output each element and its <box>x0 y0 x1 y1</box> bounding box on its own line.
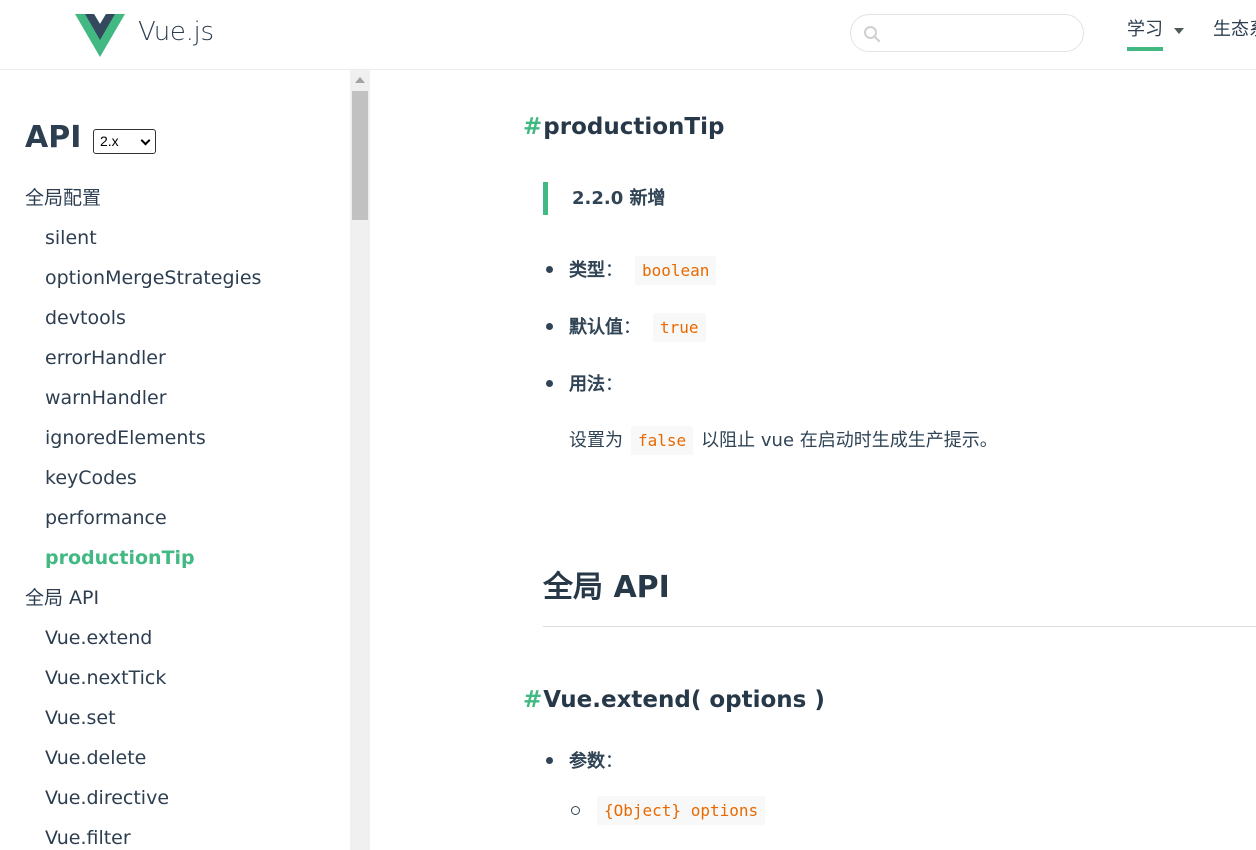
sidebar-item-productiontip[interactable]: productionTip <box>0 538 350 578</box>
version-tip: 2.2.0 新增 <box>543 182 666 215</box>
sidebar-item-vue-set[interactable]: Vue.set <box>0 698 350 738</box>
sub-list-item-param: {Object} options <box>571 796 766 825</box>
sidebar-item-silent[interactable]: silent <box>0 218 350 258</box>
sidebar-item-performance[interactable]: performance <box>0 498 350 538</box>
sidebar-item-global-api[interactable]: 全局 API <box>0 578 350 618</box>
sidebar-item-global-config[interactable]: 全局配置 <box>0 178 350 218</box>
sidebar-item-keycodes[interactable]: keyCodes <box>0 458 350 498</box>
sidebar-menu: 全局配置 silent optionMergeStrategies devtoo… <box>0 178 350 850</box>
sidebar-item-errorhandler[interactable]: errorHandler <box>0 338 350 378</box>
list-item-type: 类型： boolean <box>545 256 717 285</box>
sidebar-item-warnhandler[interactable]: warnHandler <box>0 378 350 418</box>
colon: ： <box>605 374 623 395</box>
type-value-code: boolean <box>635 256 717 285</box>
param-code: {Object} options <box>597 796 766 825</box>
top-header: Vue.js 学习 生态系统 <box>0 0 1256 70</box>
vue-logo-icon[interactable] <box>75 14 125 57</box>
colon: ： <box>605 751 623 772</box>
sidebar-item-vue-filter[interactable]: Vue.filter <box>0 818 350 850</box>
colon: ： <box>623 317 641 338</box>
usage-suffix: 以阻止 vue 在启动时生成生产提示。 <box>701 430 998 451</box>
sidebar-item-vue-nexttick[interactable]: Vue.nextTick <box>0 658 350 698</box>
section-heading-productiontip: #productionTip <box>523 114 724 140</box>
scrollbar-thumb[interactable] <box>352 91 368 220</box>
sidebar: API 2.x 全局配置 silent optionMergeStrategie… <box>0 70 350 850</box>
chevron-down-icon <box>140 135 151 146</box>
chevron-down-icon[interactable] <box>1174 28 1184 34</box>
sidebar-item-vue-delete[interactable]: Vue.delete <box>0 738 350 778</box>
list-item-usage: 用法： <box>546 370 623 396</box>
brand-name[interactable]: Vue.js <box>138 17 214 47</box>
anchor-link[interactable]: # <box>523 114 542 140</box>
heading-text: productionTip <box>543 114 725 140</box>
default-value-code: true <box>653 313 706 342</box>
list-item-params: 参数： <box>546 747 623 773</box>
version-select[interactable]: 2.x <box>93 129 156 154</box>
colon: ： <box>605 260 623 281</box>
search-box[interactable] <box>850 14 1084 52</box>
search-input[interactable] <box>889 21 1069 45</box>
nav-ecosystem[interactable]: 生态系统 <box>1213 19 1256 41</box>
list-item-default: 默认值： true <box>546 313 706 342</box>
sidebar-title: API <box>25 120 82 155</box>
usage-description: 设置为 false 以阻止 vue 在启动时生成生产提示。 <box>569 426 998 455</box>
usage-code: false <box>631 426 694 455</box>
section-heading-vue-extend: #Vue.extend( options ) <box>523 687 825 713</box>
version-select-value: 2.x <box>100 133 119 149</box>
heading-text: Vue.extend( options ) <box>543 687 825 713</box>
anchor-link[interactable]: # <box>523 687 542 713</box>
default-label: 默认值 <box>569 317 623 338</box>
main-content: #productionTip 2.2.0 新增 类型： boolean 默认值： t… <box>371 70 1256 850</box>
scroll-up-arrow-icon[interactable] <box>355 77 365 83</box>
section-heading-global-api: 全局 API <box>543 562 1256 627</box>
sidebar-item-vue-extend[interactable]: Vue.extend <box>0 618 350 658</box>
sidebar-item-devtools[interactable]: devtools <box>0 298 350 338</box>
sidebar-item-vue-directive[interactable]: Vue.directive <box>0 778 350 818</box>
sidebar-scrollbar[interactable] <box>350 70 370 850</box>
search-icon <box>864 26 881 43</box>
usage-label: 用法 <box>569 374 605 395</box>
sidebar-item-optionmergestrategies[interactable]: optionMergeStrategies <box>0 258 350 298</box>
usage-prefix: 设置为 <box>569 430 623 451</box>
params-label: 参数 <box>569 751 605 772</box>
nav-learn[interactable]: 学习 <box>1127 19 1163 51</box>
type-label: 类型 <box>569 260 605 281</box>
sidebar-item-ignoredelements[interactable]: ignoredElements <box>0 418 350 458</box>
